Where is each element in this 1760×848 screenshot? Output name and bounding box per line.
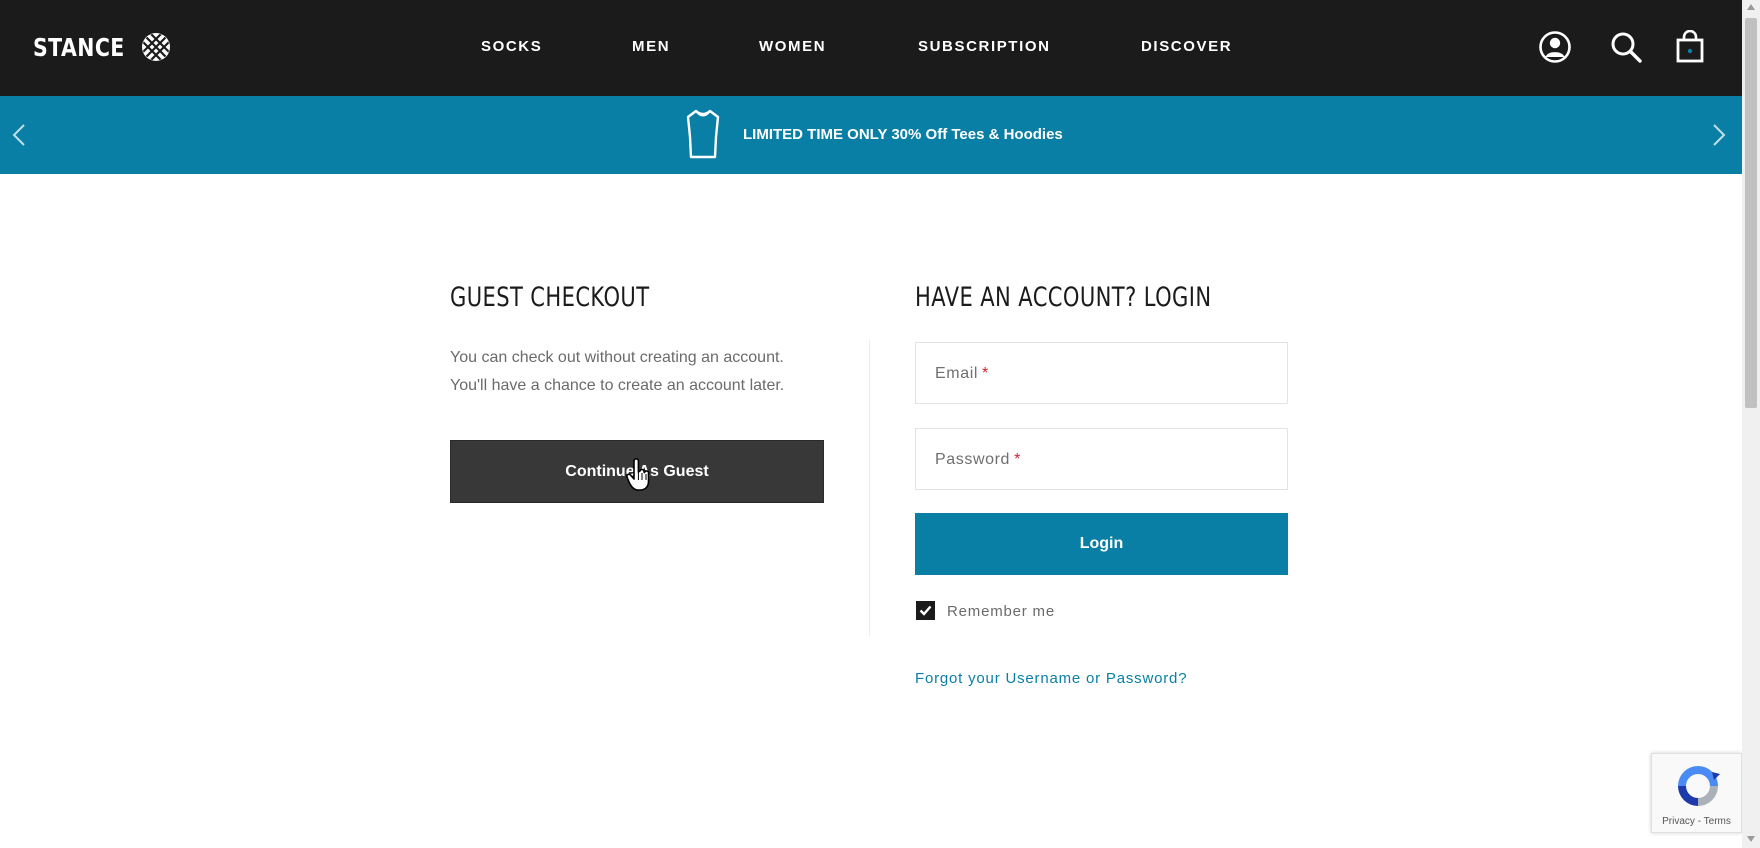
top-nav-bar: STANCE SOCKS MEN WOMEN SUBSCRIPTION DISC… [0, 0, 1742, 96]
guest-description-line-1: You can check out without creating an ac… [450, 349, 784, 366]
promo-banner: LIMITED TIME ONLY 30% Off Tees & Hoodies [0, 96, 1742, 174]
chevron-right-icon[interactable] [1709, 120, 1729, 150]
password-label: Password * [935, 451, 1021, 469]
search-icon[interactable] [1609, 30, 1643, 64]
required-marker: * [1014, 451, 1021, 468]
login-button[interactable]: Login [915, 513, 1288, 575]
shopping-bag-icon[interactable] [1673, 30, 1707, 64]
email-field[interactable]: Email * [915, 342, 1288, 404]
recaptcha-icon [1678, 766, 1720, 806]
remember-me-checkbox[interactable] [916, 601, 935, 620]
email-label: Email * [935, 365, 989, 383]
scrollbar-thumb[interactable] [1745, 18, 1757, 408]
guest-description-line-2: You'll have a chance to create an accoun… [450, 377, 785, 394]
password-field[interactable]: Password * [915, 428, 1288, 490]
password-label-text: Password [935, 451, 1011, 468]
main-nav: SOCKS MEN WOMEN SUBSCRIPTION DISCOVER [0, 38, 1742, 58]
chevron-left-icon[interactable] [9, 120, 29, 150]
column-divider [869, 340, 870, 636]
required-marker: * [982, 365, 989, 382]
account-icon[interactable] [1538, 30, 1572, 64]
promo-text[interactable]: LIMITED TIME ONLY 30% Off Tees & Hoodies [743, 126, 1063, 143]
forgot-credentials-link[interactable]: Forgot your Username or Password? [915, 670, 1187, 687]
guest-description: You can check out without creating an ac… [450, 344, 830, 400]
nav-subscription[interactable]: SUBSCRIPTION [918, 38, 1051, 55]
vertical-scrollbar[interactable] [1742, 0, 1760, 848]
remember-me-label[interactable]: Remember me [947, 603, 1055, 620]
recaptcha-badge[interactable]: Privacy - Terms [1651, 753, 1742, 833]
nav-discover[interactable]: DISCOVER [1141, 38, 1232, 55]
scroll-down-arrow-icon[interactable] [1747, 836, 1755, 842]
email-label-text: Email [935, 365, 979, 382]
hand-pointer-cursor-icon [626, 458, 650, 491]
nav-women[interactable]: WOMEN [759, 38, 826, 55]
recaptcha-privacy-terms[interactable]: Privacy - Terms [1652, 816, 1741, 827]
scroll-up-arrow-icon[interactable] [1747, 4, 1755, 10]
guest-checkout-title: GUEST CHECKOUT [450, 282, 650, 313]
nav-socks[interactable]: SOCKS [481, 38, 542, 55]
login-button-label: Login [1079, 535, 1124, 552]
checkmark-icon [919, 605, 932, 616]
page: STANCE SOCKS MEN WOMEN SUBSCRIPTION DISC… [0, 0, 1760, 848]
login-title: HAVE AN ACCOUNT? LOGIN [915, 282, 1212, 313]
nav-men[interactable]: MEN [632, 38, 670, 55]
tshirt-icon [686, 109, 720, 159]
